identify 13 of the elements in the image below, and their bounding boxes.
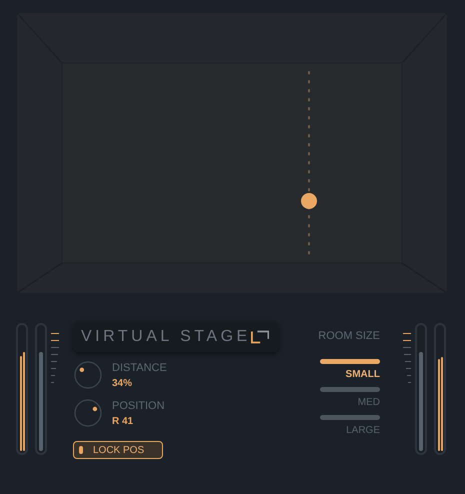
- room-drawing[interactable]: [17, 13, 447, 293]
- lock-indicator-icon: [79, 446, 83, 454]
- knob-value: R 41: [112, 416, 134, 428]
- room-size-label: ROOM SIZE: [318, 330, 380, 343]
- corner-bracket-icon: [250, 330, 269, 344]
- knob-label: DISTANCE: [112, 362, 167, 375]
- knob[interactable]: [74, 399, 102, 427]
- knob[interactable]: [74, 361, 102, 389]
- room-size-option[interactable]: SMALL: [320, 359, 380, 381]
- plugin-title: VIRTUAL STAGE: [81, 329, 251, 345]
- knob-value: 34%: [112, 378, 134, 390]
- lock-pos-button[interactable]: LOCK POS: [73, 441, 163, 459]
- knob-label: POSITION: [112, 400, 165, 413]
